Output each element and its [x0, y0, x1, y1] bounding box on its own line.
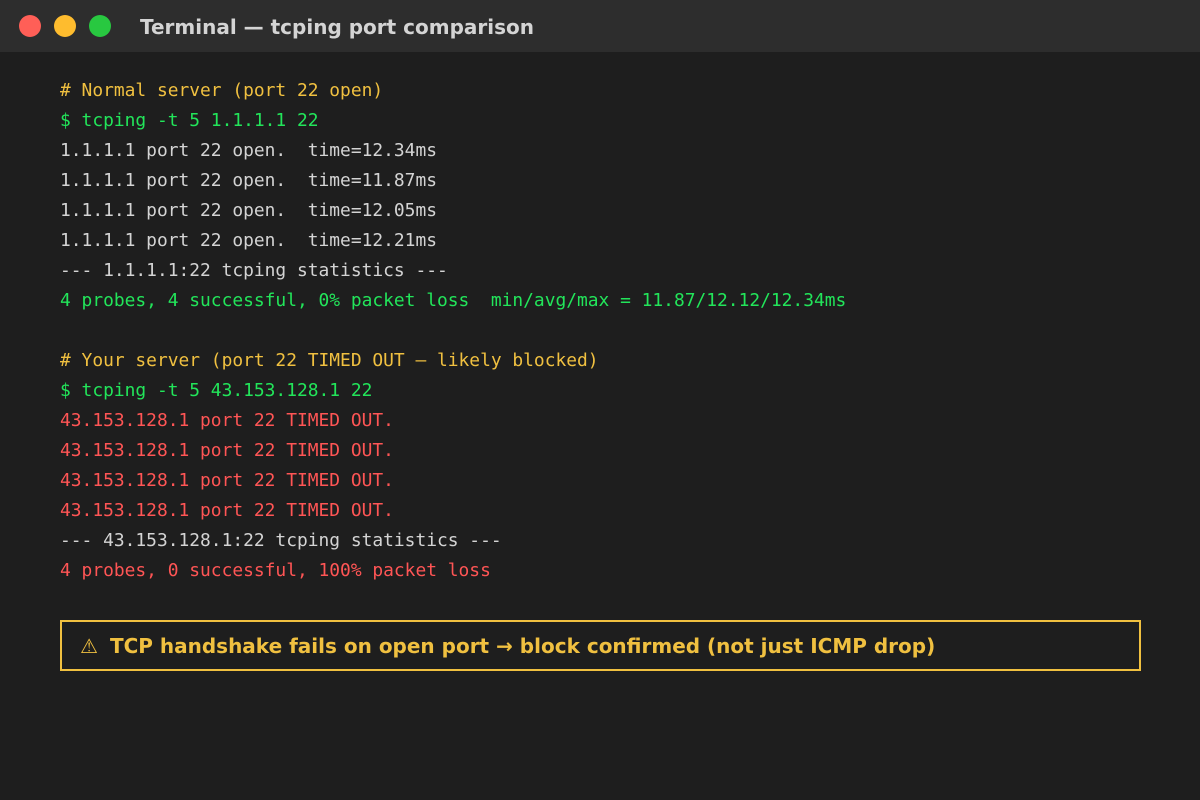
- terminal-line-output: 1.1.1.1 port 22 open. time=12.34ms: [60, 140, 437, 161]
- window-title: Terminal — tcping port comparison: [140, 15, 535, 39]
- terminal-output: # Normal server (port 22 open) $ tcping -…: [60, 76, 1160, 586]
- terminal-line-error: 43.153.128.1 port 22 TIMED OUT.: [60, 470, 394, 491]
- terminal-line-error: 43.153.128.1 port 22 TIMED OUT.: [60, 440, 394, 461]
- terminal-line-error: 43.153.128.1 port 22 TIMED OUT.: [60, 500, 394, 521]
- close-button[interactable]: [19, 15, 41, 37]
- terminal-line-comment: # Normal server (port 22 open): [60, 80, 384, 101]
- title-bar: Terminal — tcping port comparison: [0, 0, 1200, 52]
- terminal-line-command: 4 probes, 4 successful, 0% packet loss m…: [60, 290, 847, 311]
- terminal-line-output: 1.1.1.1 port 22 open. time=11.87ms: [60, 170, 437, 191]
- terminal-line-error: 43.153.128.1 port 22 TIMED OUT.: [60, 410, 394, 431]
- warning-text: TCP handshake fails on open port → block…: [109, 633, 936, 658]
- terminal-line-command: $ tcping -t 5 43.153.128.1 22: [60, 380, 373, 401]
- terminal-line-output: --- 43.153.128.1:22 tcping statistics --…: [60, 530, 502, 551]
- terminal-line-output: 1.1.1.1 port 22 open. time=12.05ms: [60, 200, 437, 221]
- zoom-button[interactable]: [89, 15, 111, 37]
- terminal-line-command: $ tcping -t 5 1.1.1.1 22: [60, 110, 319, 131]
- terminal-line-comment: # Your server (port 22 TIMED OUT — likel…: [60, 350, 599, 371]
- terminal-line-output: --- 1.1.1.1:22 tcping statistics ---: [60, 260, 448, 281]
- warning-banner: ⚠ TCP handshake fails on open port → blo…: [60, 620, 1141, 671]
- terminal-line-error: 4 probes, 0 successful, 100% packet loss: [60, 560, 491, 581]
- minimize-button[interactable]: [54, 15, 76, 37]
- warning-icon: ⚠: [80, 633, 98, 658]
- terminal-line-output: 1.1.1.1 port 22 open. time=12.21ms: [60, 230, 437, 251]
- terminal-window: Terminal — tcping port comparison # Norm…: [0, 0, 1200, 800]
